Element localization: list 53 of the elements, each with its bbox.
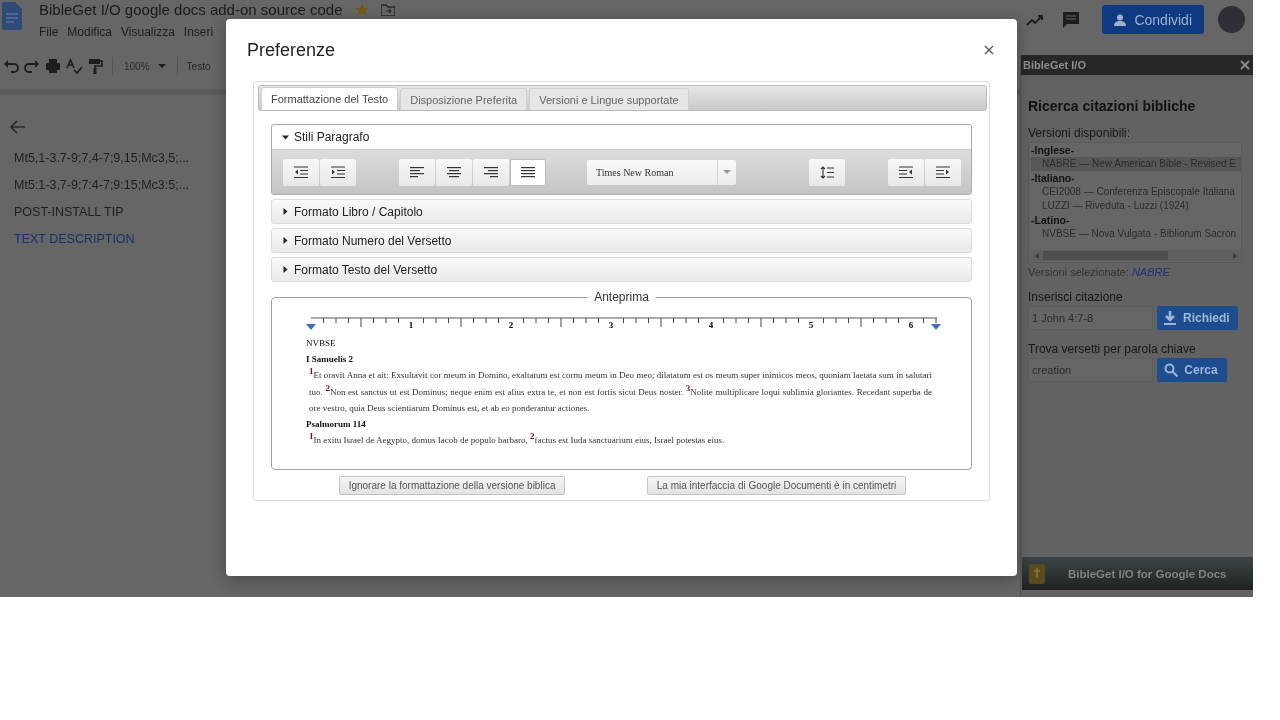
accordion-header[interactable]: Formato Numero del Versetto [272,229,971,252]
accordion-title: Formato Testo del Versetto [294,262,438,277]
group-label: -Latino- [1031,213,1071,227]
ruler-number: 3 [608,320,614,330]
field-label: Trova versetti per parola chiave [1028,342,1197,356]
group-label: -Inglese- [1031,143,1076,157]
tab[interactable]: Versioni e Lingue supportate [529,88,689,110]
book-heading: I Samuelis 2 [306,354,354,364]
version-label: NVBSE [306,338,337,348]
share-button[interactable]: Condividi [1102,5,1204,34]
outline-item[interactable]: Mt5,1-3.7-9;7,4-7;9,15;Mc3,5;... [14,150,190,167]
field-label: Inserisci citazione [1028,290,1124,304]
sidebar-title: BibleGet I/O [1023,59,1086,71]
group-label: -Italiano- [1031,171,1076,185]
dialog-title: Preferenze [247,39,336,61]
banner-title: BibleGet I/O for Google Docs [1068,567,1227,580]
menu-item[interactable]: File [39,25,59,39]
search-button[interactable]: Cerca [1157,358,1227,382]
font-dropdown[interactable]: Times New Roman [587,159,736,185]
style-dropdown[interactable]: Testo [186,60,211,72]
ruler-number: 2 [508,320,514,330]
ruler-number: 1 [408,320,414,330]
download-button[interactable]: Richiedi [1157,306,1238,330]
accordion-title: Formato Libro / Capitolo [294,204,423,219]
ruler-number: 5 [808,320,814,330]
book-heading: Psalmorum 114 [306,418,367,429]
ruler-number: 4 [708,320,714,330]
accordion-title: Stili Paragrafo [294,130,370,144]
tab[interactable]: Disposizione Preferita [400,88,528,110]
menu-item[interactable]: Modifica [67,25,113,39]
menu-item[interactable]: Visualizza [121,25,175,39]
outline-item[interactable]: TEXT DESCRIPTION [14,231,135,248]
ruler-number: 6 [908,320,914,330]
version-option[interactable]: NVBSE — Nova Vulgata - Bibliorum Sacron [1031,227,1241,241]
option-button[interactable]: La mia interfaccia di Google Documenti è in centimetri [646,476,907,495]
accordion-header[interactable]: Stili Paragrafo [272,125,971,149]
selected-versions-value: NABRE [1131,266,1170,278]
text-field[interactable]: creation [1028,358,1153,382]
version-option[interactable]: LUZZI — Riveduta - Luzzi (1924) [1031,199,1241,213]
option-button[interactable]: Ignorare la formattazione della versione biblica [338,476,566,495]
document-title[interactable]: BibleGet I/O google docs add-on source code [39,1,343,18]
accordion-header[interactable]: Formato Testo del Versetto [272,258,971,281]
preview-legend: Anteprima [587,290,656,304]
menu-item[interactable]: Inseri [183,25,214,39]
accordion-title: Formato Numero del Versetto [294,233,452,248]
text-field[interactable]: 1 John 4:7-8 [1028,306,1153,330]
accordion-header[interactable]: Formato Libro / Capitolo [272,200,971,223]
tab[interactable]: Formattazione del Testo [261,87,399,110]
field-label: Versioni disponibili: [1028,126,1132,140]
sidebar-heading: Ricerca citazioni bibliche [1028,98,1197,114]
version-option[interactable]: CEI2008 — Conferenza Episcopale Italiana [1031,185,1241,199]
outline-item[interactable]: Mt5:1-3,7-9;7:4-7;9:15;Mc3:5;... [14,177,190,194]
outline-item[interactable]: POST-INSTALL TIP [14,204,124,221]
